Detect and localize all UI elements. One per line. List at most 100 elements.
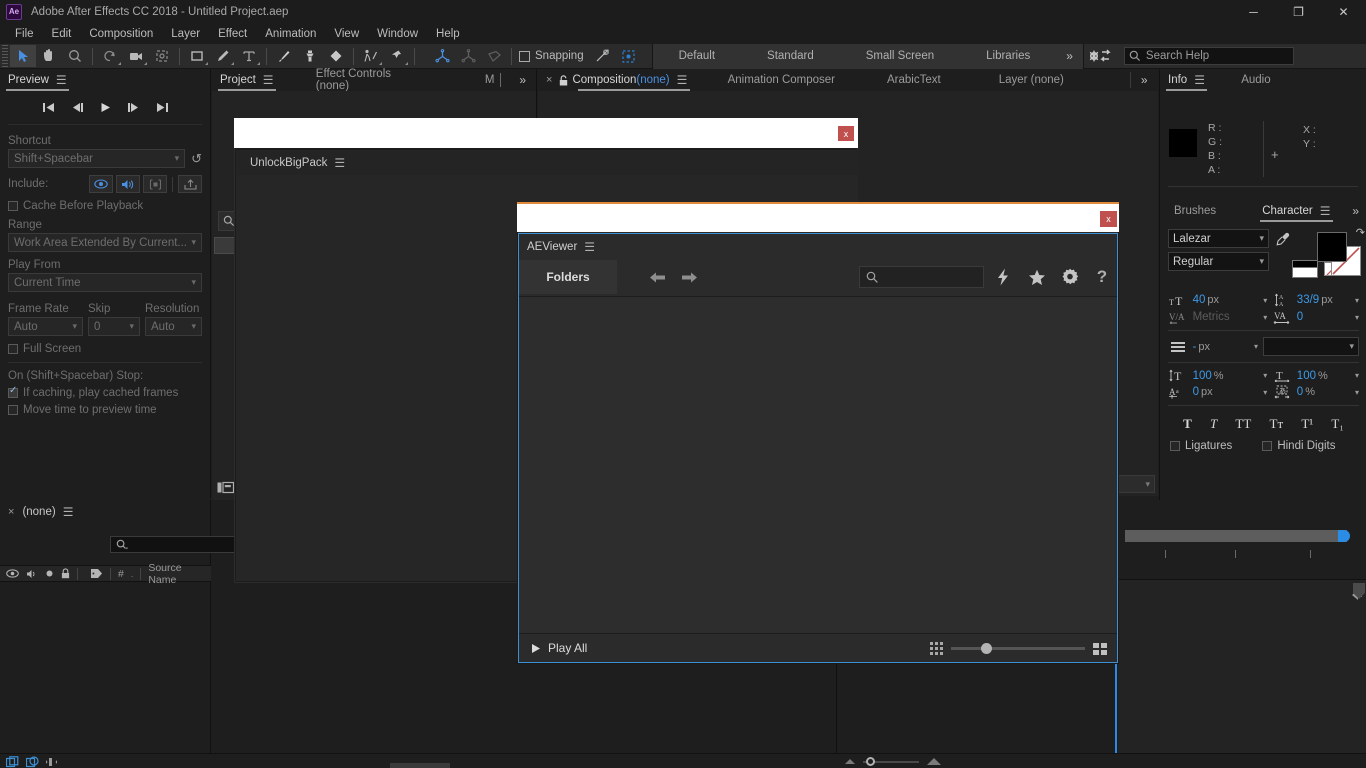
chevron-down-icon[interactable]: ▾	[1254, 342, 1258, 351]
toggle-icon[interactable]	[26, 755, 39, 768]
chevron-down-icon[interactable]: ▾	[1263, 388, 1267, 397]
previous-frame-button[interactable]	[71, 102, 84, 113]
font-size-field[interactable]: 40 px ▾	[1193, 294, 1268, 306]
frame-rate-select[interactable]: Auto ▾	[8, 317, 83, 336]
if-caching-checkbox[interactable]	[8, 385, 18, 398]
font-style-select[interactable]: Regular ▾	[1168, 252, 1269, 271]
rotation-tool-icon[interactable]	[97, 45, 123, 67]
if-caching-row[interactable]: If caching, play cached frames	[8, 385, 202, 399]
anchor-point-tool-icon[interactable]	[149, 45, 175, 67]
italic-button[interactable]: T	[1210, 416, 1217, 432]
menu-window[interactable]: Window	[368, 26, 427, 42]
label-icon[interactable]	[90, 568, 103, 579]
zoom-out-icon[interactable]	[845, 759, 855, 764]
kerning-field[interactable]: Metrics ▾	[1193, 311, 1268, 323]
star-icon[interactable]	[1026, 266, 1048, 288]
fill-stroke-swatches[interactable]: ↷	[1317, 227, 1365, 278]
tab-effect-controls[interactable]: Effect Controls (none)	[308, 68, 417, 92]
play-from-select[interactable]: Current Time ▾	[8, 273, 202, 292]
timeline-playhead-marker[interactable]	[1338, 530, 1350, 542]
tab-audio[interactable]: Audio	[1233, 69, 1278, 91]
frame-icon[interactable]	[143, 175, 167, 193]
first-frame-button[interactable]	[42, 102, 55, 113]
menu-animation[interactable]: Animation	[256, 26, 325, 42]
solo-icon[interactable]	[45, 569, 54, 578]
speaker-icon[interactable]	[116, 175, 140, 193]
speaker-icon[interactable]	[26, 569, 38, 579]
cache-before-playback-checkbox[interactable]	[8, 201, 18, 211]
composition-menu-icon[interactable]: ☰	[677, 74, 688, 86]
forward-arrow-icon[interactable]	[673, 271, 705, 284]
resolution-select[interactable]: Auto ▾	[145, 317, 202, 336]
clone-stamp-tool-icon[interactable]	[297, 45, 323, 67]
chevron-down-icon[interactable]: ▾	[1263, 313, 1267, 322]
superscript-button[interactable]: T¹	[1301, 416, 1313, 432]
play-button[interactable]	[100, 102, 111, 113]
local-axis-tool-icon[interactable]	[455, 45, 481, 67]
source-name-column-header[interactable]: Source Name	[148, 562, 211, 586]
comp-tab-close-icon[interactable]: ×	[546, 74, 552, 86]
3d-axis-tool-icon[interactable]	[429, 45, 455, 67]
aeviewer-search-input[interactable]	[859, 266, 984, 288]
folders-button[interactable]: Folders	[519, 260, 617, 294]
snapping-checkbox[interactable]	[519, 50, 530, 62]
reset-shortcut-icon[interactable]: ↺	[191, 151, 202, 167]
ligatures-row[interactable]: Ligatures	[1170, 440, 1232, 452]
chevron-down-icon[interactable]: ▾	[1355, 388, 1359, 397]
last-frame-button[interactable]	[156, 102, 169, 113]
timeline-tab-close-icon[interactable]: ×	[8, 506, 14, 518]
unlockbigpack-close-button[interactable]: x	[838, 126, 854, 141]
view-axis-tool-icon[interactable]	[481, 45, 507, 67]
aeviewer-content-area[interactable]	[519, 296, 1117, 633]
workspace-libraries[interactable]: Libraries	[960, 43, 1057, 69]
project-tabs-overflow-icon[interactable]: »	[509, 73, 536, 87]
tab-arabictext[interactable]: ArabicText	[879, 69, 949, 91]
horizontal-scale-field[interactable]: 100 % ▾	[1297, 370, 1359, 382]
type-tool-icon[interactable]	[236, 45, 262, 67]
small-caps-button[interactable]: Tт	[1270, 416, 1284, 432]
workspace-settings-icon[interactable]	[1084, 45, 1116, 67]
chevron-down-icon[interactable]: ▾	[1263, 371, 1267, 380]
tab-brushes[interactable]: Brushes	[1166, 200, 1224, 222]
puppet-pin-tool-icon[interactable]	[384, 45, 410, 67]
project-info-icon[interactable]	[215, 479, 235, 495]
workspace-default[interactable]: Default	[652, 43, 742, 69]
full-screen-row[interactable]: Full Screen	[8, 343, 202, 355]
pen-tool-icon[interactable]	[210, 45, 236, 67]
close-button[interactable]: ✕	[1321, 0, 1366, 23]
bold-button[interactable]: T	[1183, 416, 1192, 432]
resize-icon[interactable]	[46, 756, 58, 768]
fill-color-swatch[interactable]	[1317, 232, 1347, 262]
chevron-down-icon[interactable]: ▾	[1355, 296, 1359, 305]
snapping-toggle[interactable]: Snapping	[516, 50, 584, 62]
menu-composition[interactable]: Composition	[80, 26, 162, 42]
snap-target-icon[interactable]	[616, 45, 642, 67]
maximize-button[interactable]: ❐	[1276, 0, 1321, 23]
font-family-select[interactable]: Lalezar ▾	[1168, 229, 1269, 248]
menu-help[interactable]: Help	[427, 26, 469, 42]
large-grid-icon[interactable]	[1093, 642, 1107, 655]
leading-field[interactable]: 33/9 px ▾	[1297, 294, 1359, 306]
tab-project[interactable]: Project ☰	[212, 69, 282, 91]
tab-m[interactable]: M	[477, 69, 503, 91]
index-column-header[interactable]: #	[118, 568, 124, 580]
hindi-digits-row[interactable]: Hindi Digits	[1262, 440, 1335, 452]
timeline-graph-area[interactable]	[1118, 580, 1366, 753]
eye-icon[interactable]	[6, 569, 19, 578]
stroke-indicator[interactable]	[1292, 260, 1318, 280]
stroke-width-field[interactable]: - px ▾	[1193, 341, 1259, 353]
full-screen-checkbox[interactable]	[8, 344, 18, 354]
lock-icon[interactable]	[61, 568, 70, 579]
tab-info[interactable]: Info ☰	[1160, 69, 1214, 91]
tab-character[interactable]: Character ☰	[1254, 200, 1339, 222]
eraser-tool-icon[interactable]	[323, 45, 349, 67]
slider-knob[interactable]	[866, 756, 875, 766]
eye-icon[interactable]	[89, 175, 113, 193]
lightning-icon[interactable]	[992, 266, 1014, 288]
workspace-small-screen[interactable]: Small Screen	[839, 43, 961, 69]
cache-before-playback-row[interactable]: Cache Before Playback	[8, 200, 202, 212]
move-time-row[interactable]: Move time to preview time	[8, 404, 202, 416]
aeviewer-menu-icon[interactable]: ☰	[584, 241, 595, 253]
next-frame-button[interactable]	[127, 102, 140, 113]
unlockbigpack-menu-icon[interactable]: ☰	[334, 157, 345, 169]
